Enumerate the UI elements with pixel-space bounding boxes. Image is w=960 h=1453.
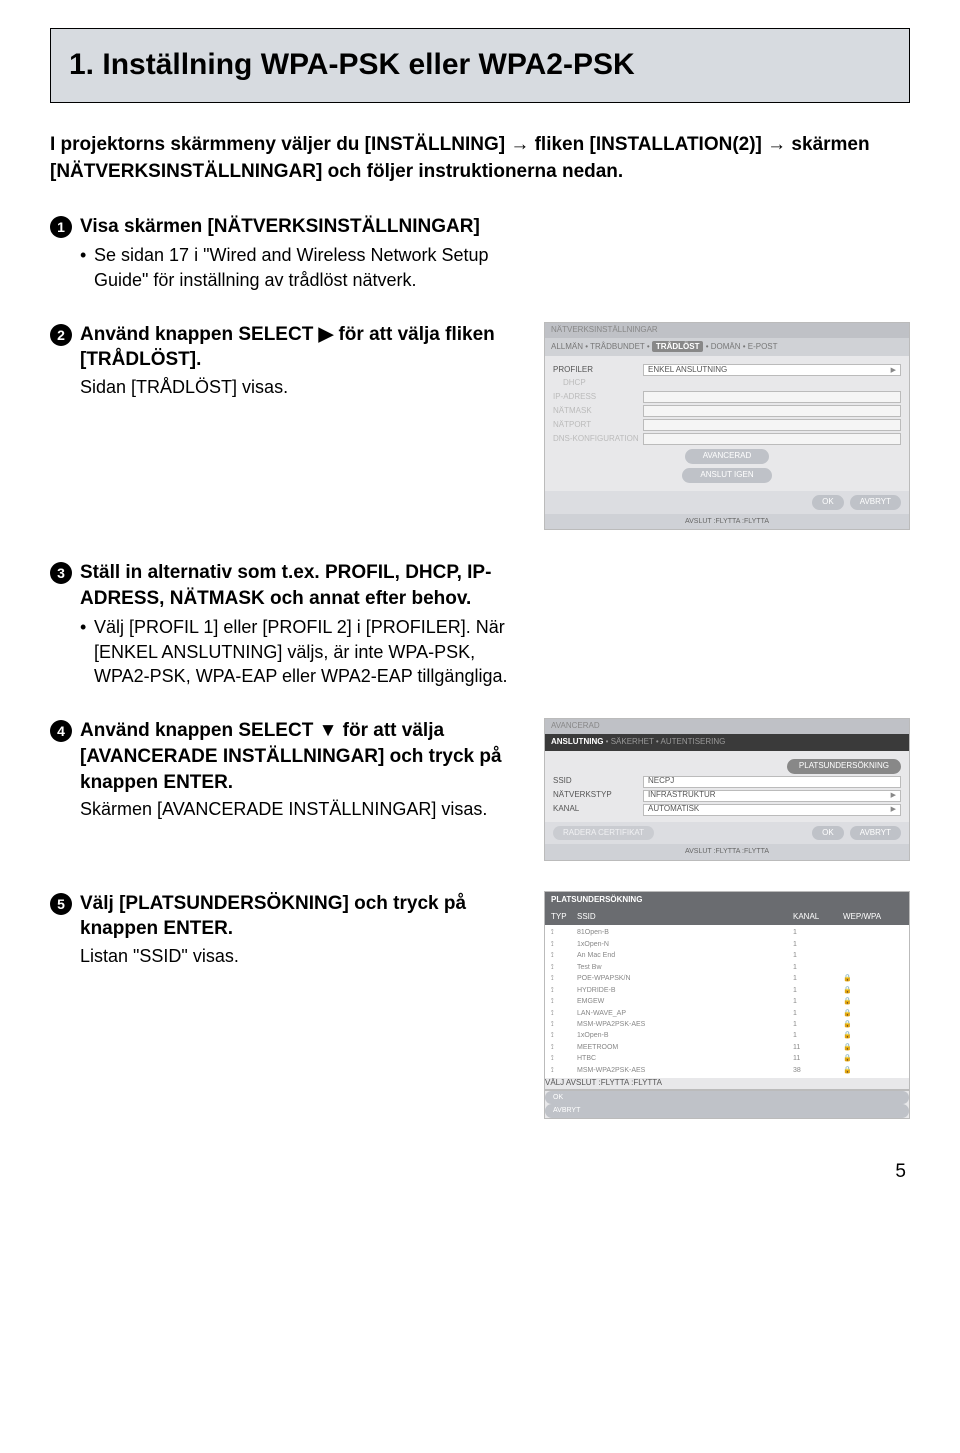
btn-reconnect[interactable]: ANSLUT IGEN (682, 468, 771, 483)
field-kanal[interactable]: AUTOMATISK▶ (643, 804, 901, 816)
label-dns: DNS-KONFIGURATION (553, 434, 643, 445)
tab-anslutning[interactable]: ANSLUTNING (551, 737, 603, 746)
step-number-2: 2 (50, 322, 80, 400)
page-title: 1. Inställning WPA-PSK eller WPA2-PSK (69, 45, 891, 86)
label-port: NÄTPORT (553, 420, 643, 431)
title-box: 1. Inställning WPA-PSK eller WPA2-PSK (50, 28, 910, 103)
field-port[interactable] (643, 419, 901, 431)
field-mask[interactable] (643, 405, 901, 417)
ssid-row[interactable]: ⟟MSM-WPA2PSK-AES1🔒 (545, 1019, 909, 1030)
dialog-network-settings: NÄTVERKSINSTÄLLNINGAR ALLMÄN • TRÅDBUNDE… (544, 322, 910, 530)
btn-ok-3[interactable]: OK (545, 1091, 909, 1104)
dialog2-footer: AVSLUT :FLYTTA :FLYTTA (545, 844, 909, 859)
ssid-row[interactable]: ⟟MEETROOM11🔒 (545, 1042, 909, 1053)
step5-text: Listan "SSID" visas. (80, 944, 520, 968)
step-number-3: 3 (50, 560, 80, 688)
ssid-row[interactable]: ⟟Test Bw1 (545, 962, 909, 973)
step-number-5: 5 (50, 891, 80, 969)
dialog1-title: NÄTVERKSINSTÄLLNINGAR (545, 323, 909, 338)
crumb-allman[interactable]: ALLMÄN (551, 342, 583, 351)
ssid-row[interactable]: ⟟POE-WPAPSK/N1🔒 (545, 973, 909, 984)
col-ssid: SSID (577, 912, 793, 923)
field-ip[interactable] (643, 391, 901, 403)
crumb-tradlost-active[interactable]: TRÅDLÖST (652, 341, 704, 352)
step4-text: Skärmen [AVANCERADE INSTÄLLNINGAR] visas… (80, 797, 520, 821)
page-number: 5 (50, 1159, 910, 1185)
ssid-row[interactable]: ⟟LAN-WAVE_AP1🔒 (545, 1008, 909, 1019)
label-nettype: NÄTVERKSTYP (553, 790, 643, 801)
btn-avbryt-3[interactable]: AVBRYT (545, 1104, 909, 1117)
btn-avancerad[interactable]: AVANCERAD (685, 449, 770, 464)
btn-clear-cert[interactable]: RADERA CERTIFIKAT (553, 826, 654, 841)
col-typ: TYP (551, 912, 577, 923)
ssid-list[interactable]: ⟟81Open-B1⟟1xOpen-N1⟟An Mac End1⟟Test Bw… (545, 925, 909, 1078)
btn-avbryt[interactable]: AVBRYT (850, 495, 901, 510)
ssid-row[interactable]: ⟟1xOpen-N1 (545, 939, 909, 950)
btn-ok-2[interactable]: OK (812, 826, 844, 841)
dialog2-title: AVANCERAD (545, 719, 909, 734)
label-mask: NÄTMASK (553, 406, 643, 417)
step3-bullet: Välj [PROFIL 1] eller [PROFIL 2] i [PROF… (80, 615, 520, 688)
ssid-row[interactable]: ⟟An Mac End1 (545, 950, 909, 961)
dialog3-header: TYP SSID KANAL WEP/WPA (545, 909, 909, 926)
dialog1-footer: AVSLUT :FLYTTA :FLYTTA (545, 514, 909, 529)
dialog1-breadcrumb: ALLMÄN • TRÅDBUNDET • TRÅDLÖST • DOMÄN •… (545, 338, 909, 357)
btn-platsundersokning[interactable]: PLATSUNDERSÖKNING (787, 759, 901, 774)
step-number-4: 4 (50, 718, 80, 821)
ssid-row[interactable]: ⟟81Open-B1 (545, 927, 909, 938)
col-kanal: KANAL (793, 912, 843, 923)
field-ssid[interactable]: NECPJ (643, 776, 901, 788)
crumb-tradbundet[interactable]: TRÅDBUNDET (590, 342, 645, 351)
crumb-epost[interactable]: E-POST (748, 342, 778, 351)
dialog-site-survey: PLATSUNDERSÖKNING TYP SSID KANAL WEP/WPA… (544, 891, 910, 1090)
step2-title: Använd knappen SELECT ▶ för att välja fl… (80, 322, 520, 373)
label-ip: IP-ADRESS (553, 392, 643, 403)
label-kanal: KANAL (553, 804, 643, 815)
step1-bullet: Se sidan 17 i "Wired and Wireless Networ… (80, 243, 520, 292)
dialog2-tabbar: ANSLUTNING • SÄKERHET • AUTENTISERING (545, 734, 909, 751)
btn-avbryt-2[interactable]: AVBRYT (850, 826, 901, 841)
ssid-row[interactable]: ⟟HTBC11🔒 (545, 1053, 909, 1064)
dialog-advanced: AVANCERAD ANSLUTNING • SÄKERHET • AUTENT… (544, 718, 910, 861)
tab-sakerhet[interactable]: SÄKERHET (611, 737, 654, 746)
ssid-row[interactable]: ⟟MSM-WPA2PSK-AES38🔒 (545, 1065, 909, 1076)
btn-ok[interactable]: OK (812, 495, 844, 510)
col-wep: WEP/WPA (843, 912, 903, 923)
ssid-row[interactable]: ⟟EMGEW1🔒 (545, 996, 909, 1007)
dialog3-title: PLATSUNDERSÖKNING (545, 892, 909, 909)
ssid-row[interactable]: ⟟1xOpen-B1🔒 (545, 1030, 909, 1041)
step2-text: Sidan [TRÅDLÖST] visas. (80, 375, 520, 399)
step-number-1: 1 (50, 214, 80, 292)
field-profiler[interactable]: ENKEL ANSLUTNING▶ (643, 364, 901, 376)
step1-title: Visa skärmen [NÄTVERKSINSTÄLLNINGAR] (80, 214, 520, 240)
ssid-row[interactable]: ⟟HYDRIDE-B1🔒 (545, 985, 909, 996)
field-nettype[interactable]: INFRASTRUKTUR▶ (643, 790, 901, 802)
tab-autentisering[interactable]: AUTENTISERING (661, 737, 726, 746)
intro-paragraph: I projektorns skärmmeny väljer du [INSTÄ… (50, 131, 910, 186)
label-ssid: SSID (553, 776, 643, 787)
label-profiler: PROFILER (553, 365, 643, 376)
step4-title: Använd knappen SELECT ▼ för att välja [A… (80, 718, 520, 795)
step3-title: Ställ in alternativ som t.ex. PROFIL, DH… (80, 560, 520, 611)
crumb-doman[interactable]: DOMÄN (711, 342, 741, 351)
dialog3-footer: VÄLJ AVSLUT :FLYTTA :FLYTTA (545, 1078, 909, 1089)
label-dhcp: DHCP (553, 378, 643, 389)
field-dns[interactable] (643, 433, 901, 445)
step5-title: Välj [PLATSUNDERSÖKNING] och tryck på kn… (80, 891, 520, 942)
